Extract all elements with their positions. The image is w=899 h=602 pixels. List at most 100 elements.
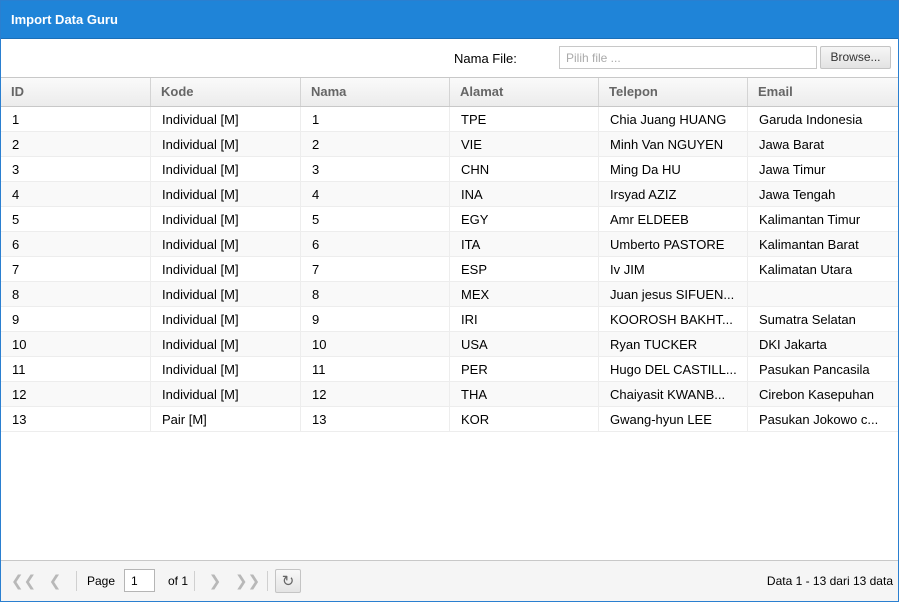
table-row[interactable]: 6 Individual [M] 6 ITA Umberto PASTORE Kalima… [1, 232, 898, 257]
file-name-input[interactable] [559, 46, 817, 69]
cell-alamat: MEX [450, 282, 599, 306]
cell-telepon: Gwang-hyun LEE [599, 407, 748, 431]
cell-alamat: USA [450, 332, 599, 356]
cell-id: 12 [1, 382, 151, 406]
cell-email: DKI Jakarta [759, 337, 827, 352]
cell-nama: 8 [301, 282, 450, 306]
window-title: Import Data Guru [1, 1, 898, 39]
table-row[interactable]: 9 Individual [M] 9 IRI KOOROSH BAKHT... Sumat… [1, 307, 898, 332]
cell-kode: Individual [M] [151, 157, 301, 181]
cell-alamat: KOR [450, 407, 599, 431]
cell-telepon: Ryan TUCKER [599, 332, 748, 356]
table-row[interactable]: 4 Individual [M] 4 INA Irsyad AZIZ Jawa Tenga… [1, 182, 898, 207]
cell-kode: Pair [M] [151, 407, 301, 431]
cell-id: 11 [1, 357, 151, 381]
cell-id: 7 [1, 257, 151, 281]
cell-alamat: PER [450, 357, 599, 381]
table-row[interactable]: 12 Individual [M] 12 THA Chaiyasit KWANB... C… [1, 382, 898, 407]
column-header-id[interactable]: ID [1, 78, 151, 106]
page-label: Page [87, 574, 116, 588]
cell-alamat: ESP [450, 257, 599, 281]
table-row[interactable]: 8 Individual [M] 8 MEX Juan jesus SIFUEN... [1, 282, 898, 307]
cell-nama: 4 [301, 182, 450, 206]
browse-button[interactable]: Browse... [820, 46, 891, 69]
cell-telepon: KOOROSH BAKHT... [599, 307, 748, 331]
cell-telepon: Juan jesus SIFUEN... [599, 282, 748, 306]
file-name-label: Nama File: [454, 51, 517, 66]
cell-alamat: EGY [450, 207, 599, 231]
cell-telepon: Hugo DEL CASTILL... [599, 357, 748, 381]
column-header-nama[interactable]: Nama [301, 78, 450, 106]
cell-email: Jawa Tengah [759, 187, 836, 202]
cell-kode: Individual [M] [151, 207, 301, 231]
cell-alamat: THA [450, 382, 599, 406]
cell-id: 13 [1, 407, 151, 431]
cell-telepon: Amr ELDEEB [599, 207, 748, 231]
cell-email: Kalimantan Barat [759, 237, 859, 252]
cell-email: Jawa Barat [759, 137, 825, 152]
grid-header: ID Kode Nama Alamat Telepon Email [1, 77, 898, 107]
column-header-telepon[interactable]: Telepon [599, 78, 748, 106]
table-row[interactable]: 10 Individual [M] 10 USA Ryan TUCKER DKI Jaka… [1, 332, 898, 357]
cell-id: 6 [1, 232, 151, 256]
cell-email: Garuda Indonesia [759, 112, 863, 127]
cell-telepon: Minh Van NGUYEN [599, 132, 748, 156]
cell-alamat: TPE [450, 107, 599, 131]
cell-id: 1 [1, 107, 151, 131]
cell-email: Cirebon Kasepuhan [759, 387, 874, 402]
table-row[interactable]: 11 Individual [M] 11 PER Hugo DEL CASTILL...… [1, 357, 898, 382]
cell-alamat: CHN [450, 157, 599, 181]
cell-telepon: Chia Juang HUANG [599, 107, 748, 131]
table-row[interactable]: 5 Individual [M] 5 EGY Amr ELDEEB Kalimantan … [1, 207, 898, 232]
pager-separator [76, 571, 77, 591]
paging-toolbar: ❮❮ ❮ Page of 1 ❯ ❯❯ ↻ Data 1 - 13 dari 1… [1, 560, 898, 601]
cell-kode: Individual [M] [151, 257, 301, 281]
last-page-icon[interactable]: ❯❯ [235, 570, 260, 592]
cell-alamat: IRI [450, 307, 599, 331]
data-grid: ID Kode Nama Alamat Telepon Email 1 Indiv… [1, 77, 898, 561]
column-header-alamat[interactable]: Alamat [450, 78, 599, 106]
cell-telepon: Chaiyasit KWANB... [599, 382, 748, 406]
cell-nama: 9 [301, 307, 450, 331]
cell-id: 8 [1, 282, 151, 306]
cell-alamat: ITA [450, 232, 599, 256]
cell-email: Kalimatan Utara [759, 262, 853, 277]
table-row[interactable]: 13 Pair [M] 13 KOR Gwang-hyun LEE Pasukan Jok… [1, 407, 898, 432]
cell-email: Pasukan Jokowo c... [759, 412, 879, 427]
page-count-label: of 1 [168, 574, 189, 588]
cell-nama: 1 [301, 107, 450, 131]
cell-alamat: VIE [450, 132, 599, 156]
cell-nama: 10 [301, 332, 450, 356]
page-number-input[interactable] [124, 569, 155, 592]
cell-kode: Individual [M] [151, 232, 301, 256]
cell-kode: Individual [M] [151, 332, 301, 356]
cell-telepon: Irsyad AZIZ [599, 182, 748, 206]
cell-kode: Individual [M] [151, 182, 301, 206]
cell-nama: 13 [301, 407, 450, 431]
table-row[interactable]: 3 Individual [M] 3 CHN Ming Da HU Jawa Timur [1, 157, 898, 182]
cell-telepon: Umberto PASTORE [599, 232, 748, 256]
cell-telepon: Ming Da HU [599, 157, 748, 181]
table-row[interactable]: 7 Individual [M] 7 ESP Iv JIM Kalimatan Utara [1, 257, 898, 282]
cell-email: Sumatra Selatan [759, 312, 856, 327]
table-row[interactable]: 1 Individual [M] 1 TPE Chia Juang HUANG Garud… [1, 107, 898, 132]
prev-page-icon[interactable]: ❮ [43, 570, 67, 592]
pager-separator [194, 571, 195, 591]
column-header-email[interactable]: Email [748, 78, 898, 106]
cell-id: 5 [1, 207, 151, 231]
cell-id: 9 [1, 307, 151, 331]
cell-email: Pasukan Pancasila [759, 362, 870, 377]
table-row[interactable]: 2 Individual [M] 2 VIE Minh Van NGUYEN Jawa B… [1, 132, 898, 157]
column-header-kode[interactable]: Kode [151, 78, 301, 106]
cell-id: 4 [1, 182, 151, 206]
next-page-icon[interactable]: ❯ [203, 570, 227, 592]
refresh-icon[interactable]: ↻ [275, 569, 301, 593]
cell-nama: 6 [301, 232, 450, 256]
first-page-icon[interactable]: ❮❮ [11, 570, 36, 592]
cell-telepon: Iv JIM [599, 257, 748, 281]
cell-kode: Individual [M] [151, 382, 301, 406]
cell-nama: 12 [301, 382, 450, 406]
cell-kode: Individual [M] [151, 132, 301, 156]
cell-email: Jawa Timur [759, 162, 826, 177]
cell-alamat: INA [450, 182, 599, 206]
